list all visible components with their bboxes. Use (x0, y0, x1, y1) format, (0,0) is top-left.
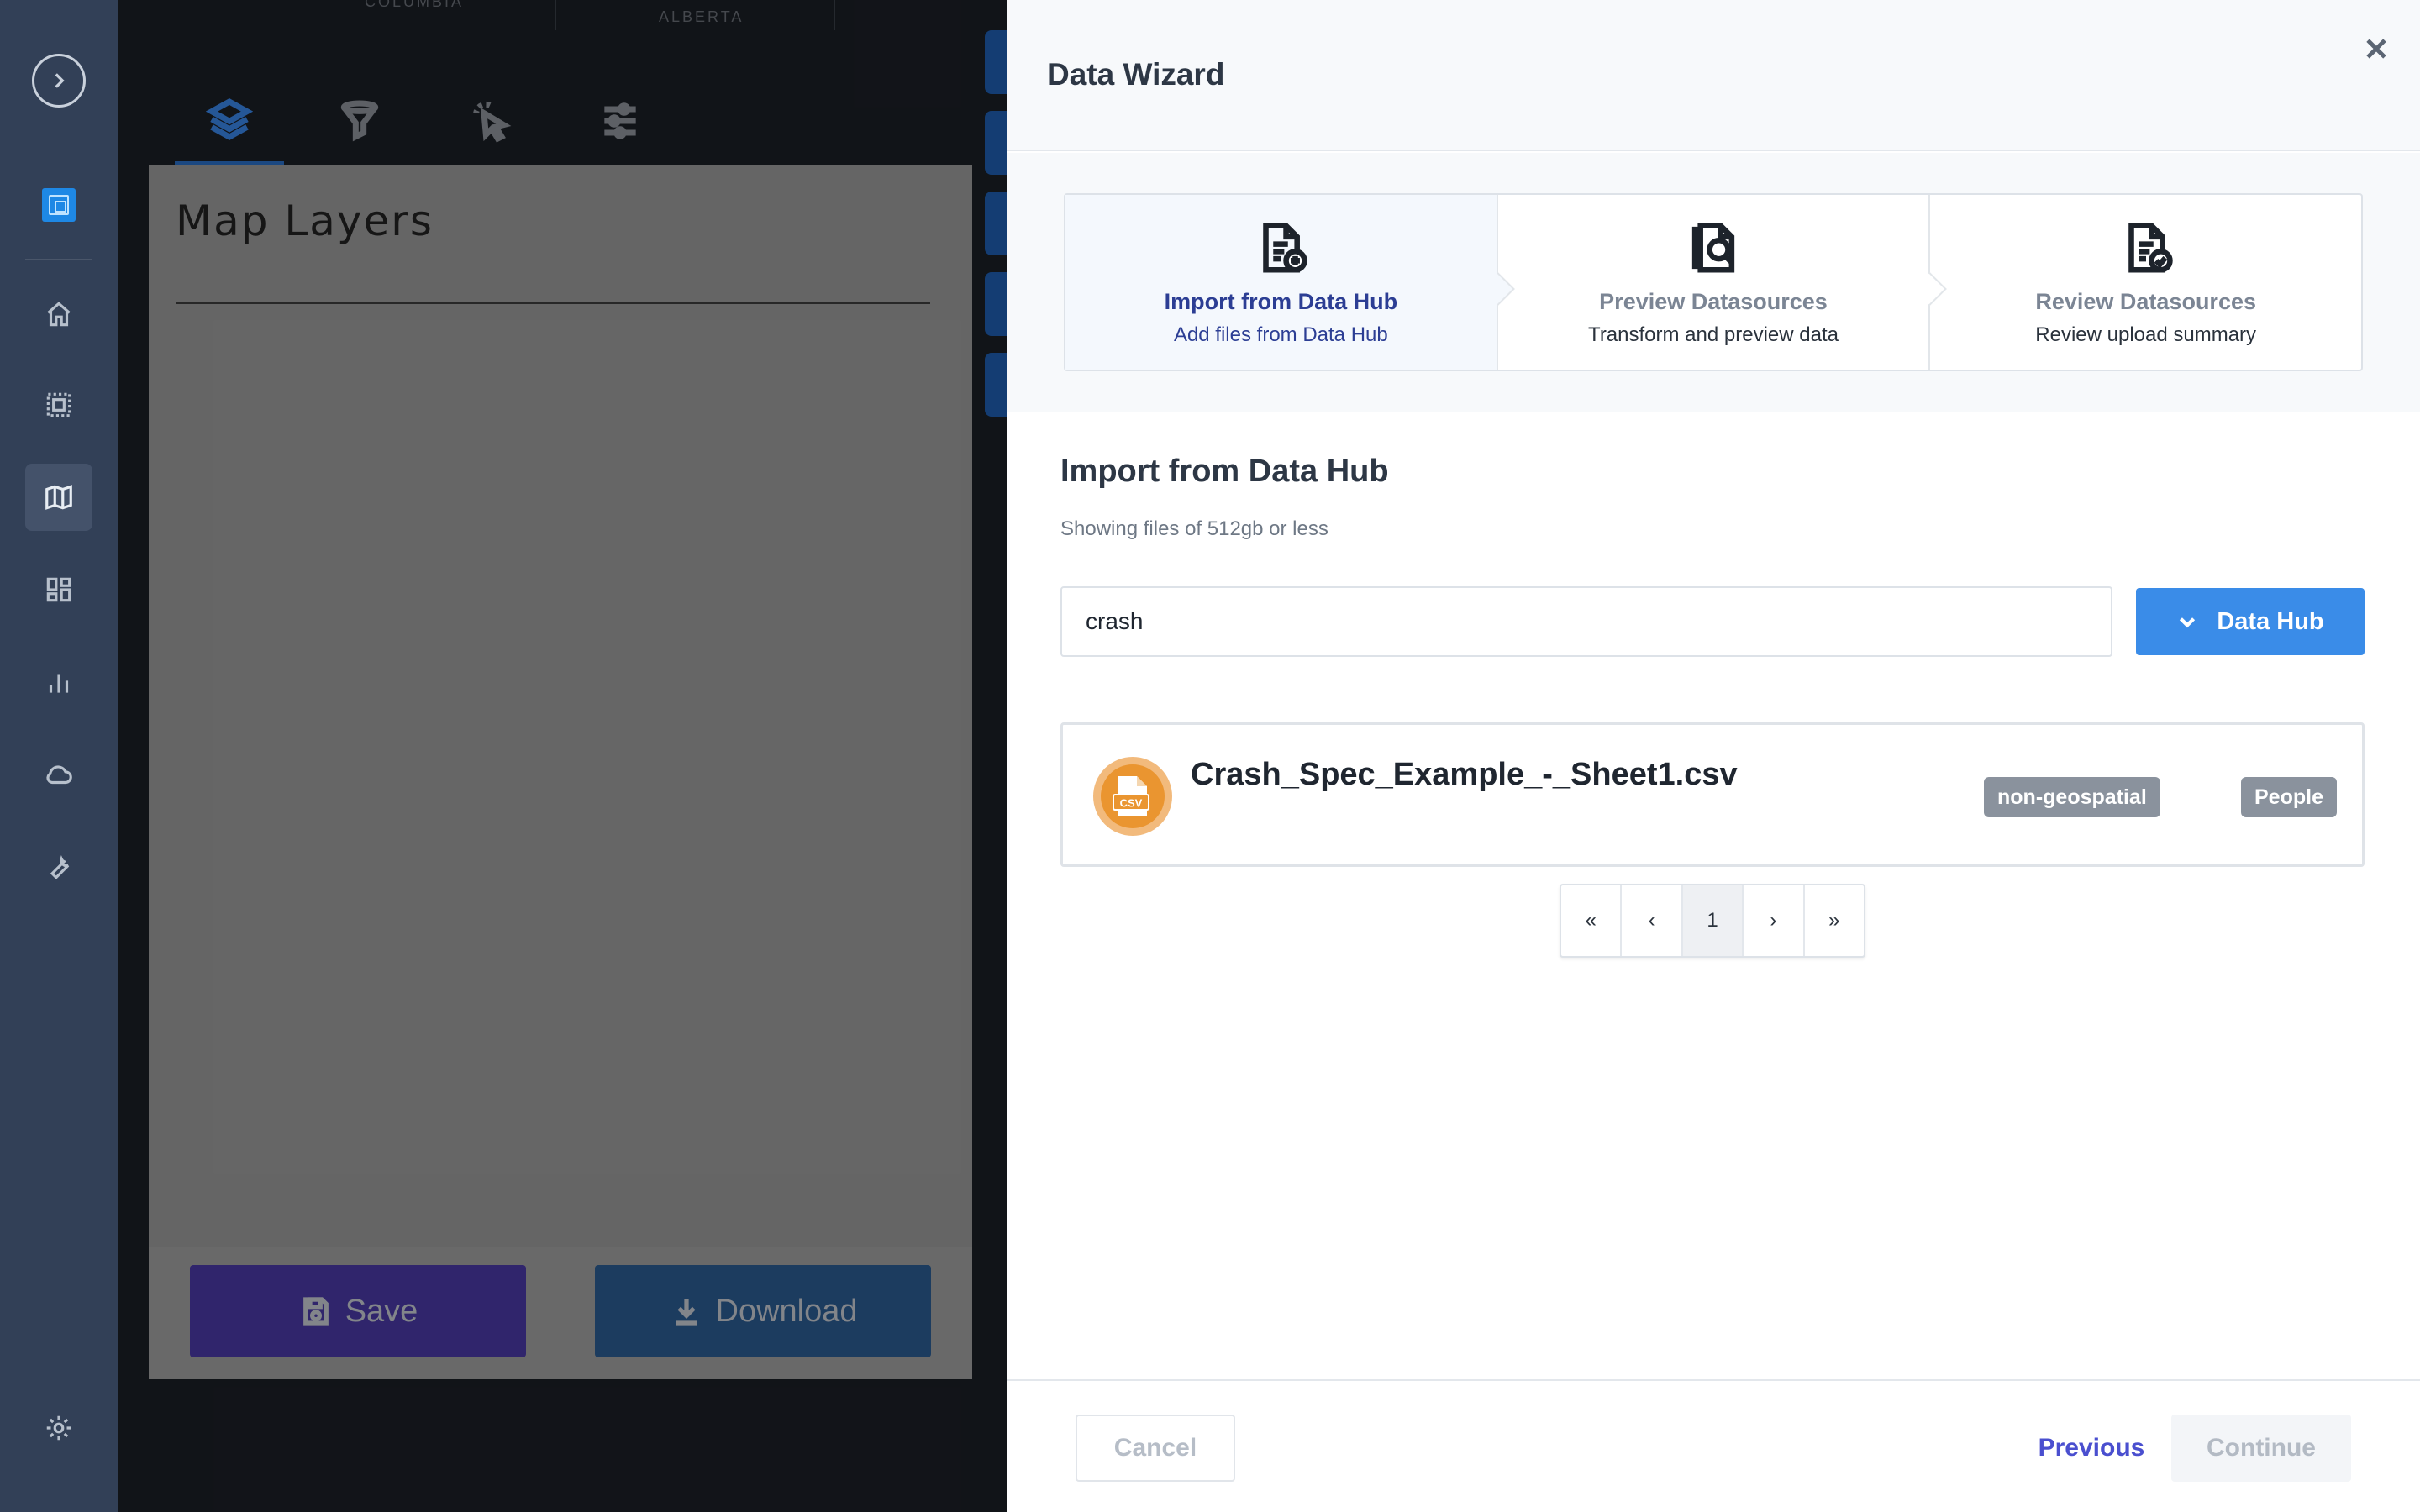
step-subtitle: Review upload summary (2035, 323, 2257, 346)
cancel-button[interactable]: Cancel (1076, 1415, 1235, 1482)
search-input[interactable] (1060, 586, 2112, 657)
step-title: Preview Datasources (1599, 289, 1828, 314)
file-list-item[interactable]: CSV Crash_Spec_Example_-_Sheet1.csv non-… (1060, 722, 2365, 867)
close-icon (2366, 39, 2386, 59)
data-hub-dropdown-button[interactable]: Data Hub (2136, 588, 2365, 655)
step-review[interactable]: Review Datasources Review upload summary (1930, 195, 2361, 370)
file-type-label: CSV (1120, 796, 1143, 809)
file-name: Crash_Spec_Example_-_Sheet1.csv (1191, 757, 1738, 792)
wizard-title: Data Wizard (1047, 57, 1225, 92)
modal-backdrop[interactable] (118, 0, 1007, 1512)
wizard-stepper: Import from Data Hub Add files from Data… (1064, 193, 2363, 371)
expand-sidebar-button[interactable] (32, 54, 86, 108)
prev-page-button[interactable]: ‹ (1622, 885, 1683, 956)
last-page-button[interactable]: » (1805, 885, 1864, 956)
step-title: Import from Data Hub (1164, 289, 1398, 314)
data-hub-label: Data Hub (2217, 607, 2324, 635)
nav-tools[interactable] (25, 833, 92, 900)
nav-selection[interactable] (25, 371, 92, 438)
step-subtitle: Add files from Data Hub (1173, 323, 1388, 346)
data-wizard-drawer: Data Wizard Import from Data Hub Add fil… (1007, 0, 2420, 1512)
file-search-icon (1684, 218, 1743, 277)
chevron-down-icon (2180, 617, 2196, 628)
wizard-footer: Cancel Previous Continue (1007, 1379, 2420, 1512)
wizard-header: Data Wizard (1007, 0, 2420, 151)
next-page-button[interactable]: › (1744, 885, 1805, 956)
nav-map[interactable] (25, 464, 92, 531)
gear-icon (46, 1415, 71, 1441)
map-icon (45, 485, 72, 510)
chevron-right-icon (55, 73, 65, 88)
wizard-steps-band: Import from Data Hub Add files from Data… (1007, 153, 2420, 412)
nav-home[interactable] (25, 281, 92, 348)
previous-button[interactable]: Previous (2012, 1415, 2171, 1482)
app-logo-icon[interactable] (42, 188, 76, 222)
tag-badge: non-geospatial (1984, 777, 2160, 817)
step-preview[interactable]: Preview Datasources Transform and previe… (1498, 195, 1948, 370)
cloud-icon (46, 765, 72, 785)
tag-badge: People (2241, 777, 2337, 817)
pagination: « ‹ 1 › » (1560, 884, 1865, 958)
page-number-button[interactable]: 1 (1682, 885, 1744, 956)
dashboard-icon (46, 577, 71, 602)
selection-icon (46, 392, 71, 417)
close-button[interactable] (2356, 29, 2396, 69)
file-check-icon (2117, 218, 2175, 277)
home-icon (47, 302, 71, 327)
step-title: Review Datasources (2035, 289, 2256, 314)
nav-analytics[interactable] (25, 648, 92, 716)
first-page-button[interactable]: « (1561, 885, 1623, 956)
csv-file-icon: CSV (1093, 757, 1172, 836)
nav-dashboard[interactable] (25, 556, 92, 623)
bar-chart-icon (49, 674, 69, 693)
nav-settings[interactable] (25, 1394, 92, 1462)
section-title: Import from Data Hub (1060, 454, 1389, 489)
file-add-icon (1251, 218, 1310, 277)
rail-divider (25, 259, 92, 260)
step-import[interactable]: Import from Data Hub Add files from Data… (1065, 195, 1515, 370)
nav-cloud[interactable] (25, 741, 92, 808)
wrench-icon (50, 855, 70, 879)
section-subtitle: Showing files of 512gb or less (1060, 517, 1328, 540)
left-nav-rail (0, 0, 118, 1512)
continue-button[interactable]: Continue (2171, 1415, 2351, 1482)
step-subtitle: Transform and preview data (1588, 323, 1839, 346)
